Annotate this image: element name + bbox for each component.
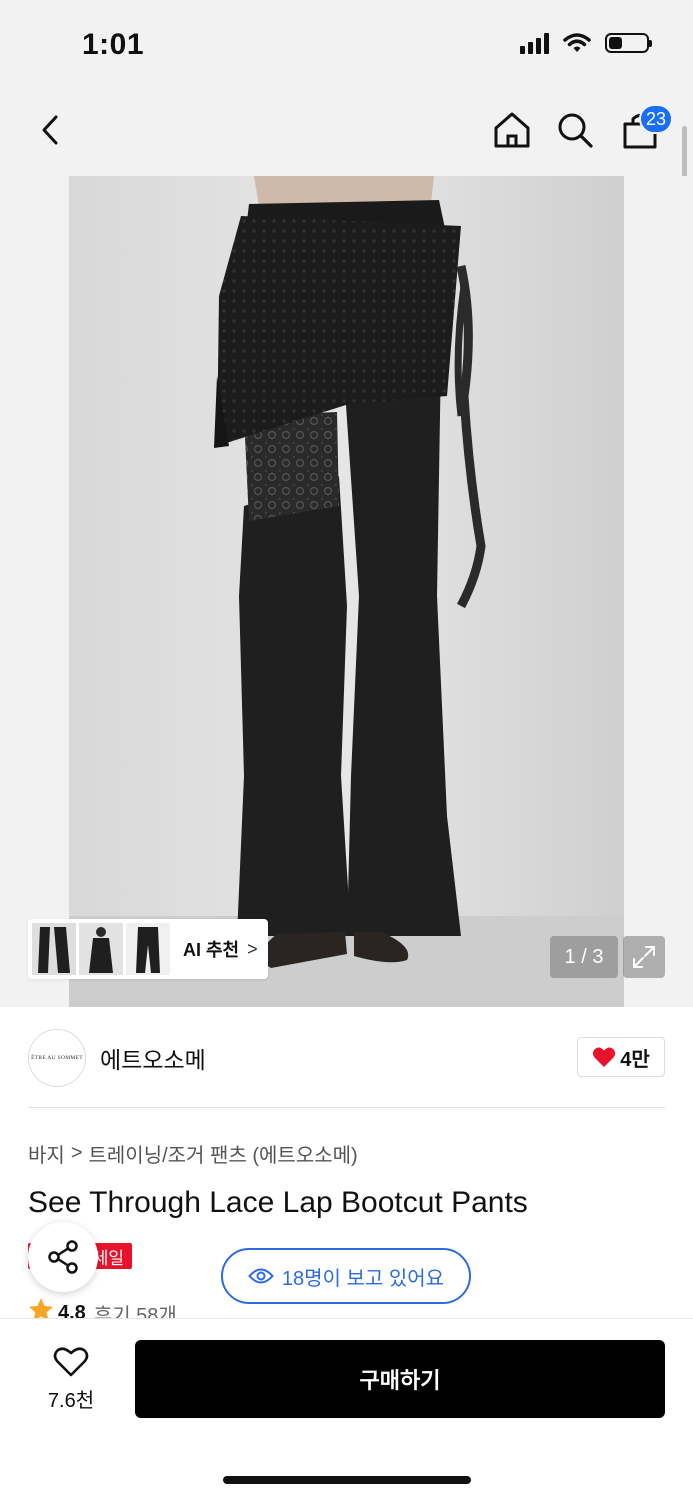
- breadcrumb-item-subcategory[interactable]: 트레이닝/조거 팬츠 (에트오소메): [89, 1139, 358, 1168]
- ai-recommend-chip[interactable]: AI 추천 >: [28, 919, 268, 979]
- buy-button[interactable]: 구매하기: [135, 1340, 665, 1418]
- chevron-right-icon: >: [247, 938, 258, 959]
- ai-thumb-2[interactable]: [79, 923, 123, 975]
- status-bar: 1:01: [0, 0, 693, 90]
- breadcrumb-separator: >: [70, 1142, 83, 1164]
- wifi-icon: [563, 33, 591, 52]
- brand-like-button[interactable]: 4만: [577, 1037, 665, 1077]
- brand-logo[interactable]: ÊTRE AU SOMMET: [28, 1029, 86, 1087]
- breadcrumb-item-category[interactable]: 바지: [28, 1139, 65, 1168]
- product-image-gallery[interactable]: AI 추천 > 1 / 3: [0, 176, 693, 1007]
- battery-level: [609, 37, 622, 49]
- thumb-outfit-icon: [79, 923, 123, 975]
- breadcrumb: 바지 > 트레이닝/조거 팬츠 (에트오소메): [28, 1139, 358, 1168]
- expand-icon: [633, 946, 655, 968]
- eye-icon: [248, 1268, 274, 1284]
- home-icon: [494, 112, 530, 148]
- back-button[interactable]: [28, 108, 72, 152]
- divider: [28, 1107, 665, 1108]
- expand-image-button[interactable]: [623, 936, 665, 978]
- rating-value: 4.8: [58, 1301, 86, 1319]
- status-icons: [520, 32, 652, 54]
- search-icon: [558, 113, 593, 148]
- signal-icon: [520, 32, 549, 54]
- search-button[interactable]: [553, 108, 597, 152]
- thumb-flatlay-icon: [126, 923, 170, 975]
- ai-thumb-1[interactable]: [32, 923, 76, 975]
- battery-icon: [605, 33, 652, 53]
- product-photo[interactable]: [69, 176, 624, 1007]
- back-chevron-icon: [42, 115, 58, 145]
- status-time: 1:01: [82, 28, 145, 61]
- ai-thumb-3[interactable]: [126, 923, 170, 975]
- rating-row[interactable]: 4.8 후기 58개: [28, 1296, 177, 1318]
- image-page-counter: 1 / 3: [550, 936, 618, 978]
- brand-name[interactable]: 에트오소메: [100, 1041, 206, 1075]
- product-photo-illustration: [69, 176, 624, 1007]
- share-button[interactable]: [28, 1222, 98, 1292]
- star-icon: [29, 1298, 53, 1318]
- viewers-text: 18명이 보고 있어요: [281, 1267, 445, 1290]
- brand-like-count: 4만: [620, 1048, 650, 1071]
- wishlist-count: 7.6천: [47, 1389, 95, 1412]
- home-button[interactable]: [490, 108, 534, 152]
- share-icon: [48, 1240, 78, 1274]
- heart-outline-icon: [53, 1346, 89, 1376]
- cart-count-badge: 23: [639, 104, 673, 134]
- thumb-pants-icon: [32, 923, 76, 975]
- viewers-count-pill: 18명이 보고 있어요: [221, 1248, 471, 1304]
- product-title: See Through Lace Lap Bootcut Pants: [28, 1186, 528, 1219]
- home-indicator: [223, 1476, 471, 1484]
- brand-row[interactable]: ÊTRE AU SOMMET 에트오소메 4만: [28, 1027, 665, 1087]
- wishlist-button[interactable]: 7.6천: [30, 1340, 112, 1418]
- review-count[interactable]: 후기 58개: [94, 1299, 177, 1319]
- heart-filled-icon: [593, 1047, 616, 1067]
- ai-recommend-label: AI 추천: [183, 940, 240, 960]
